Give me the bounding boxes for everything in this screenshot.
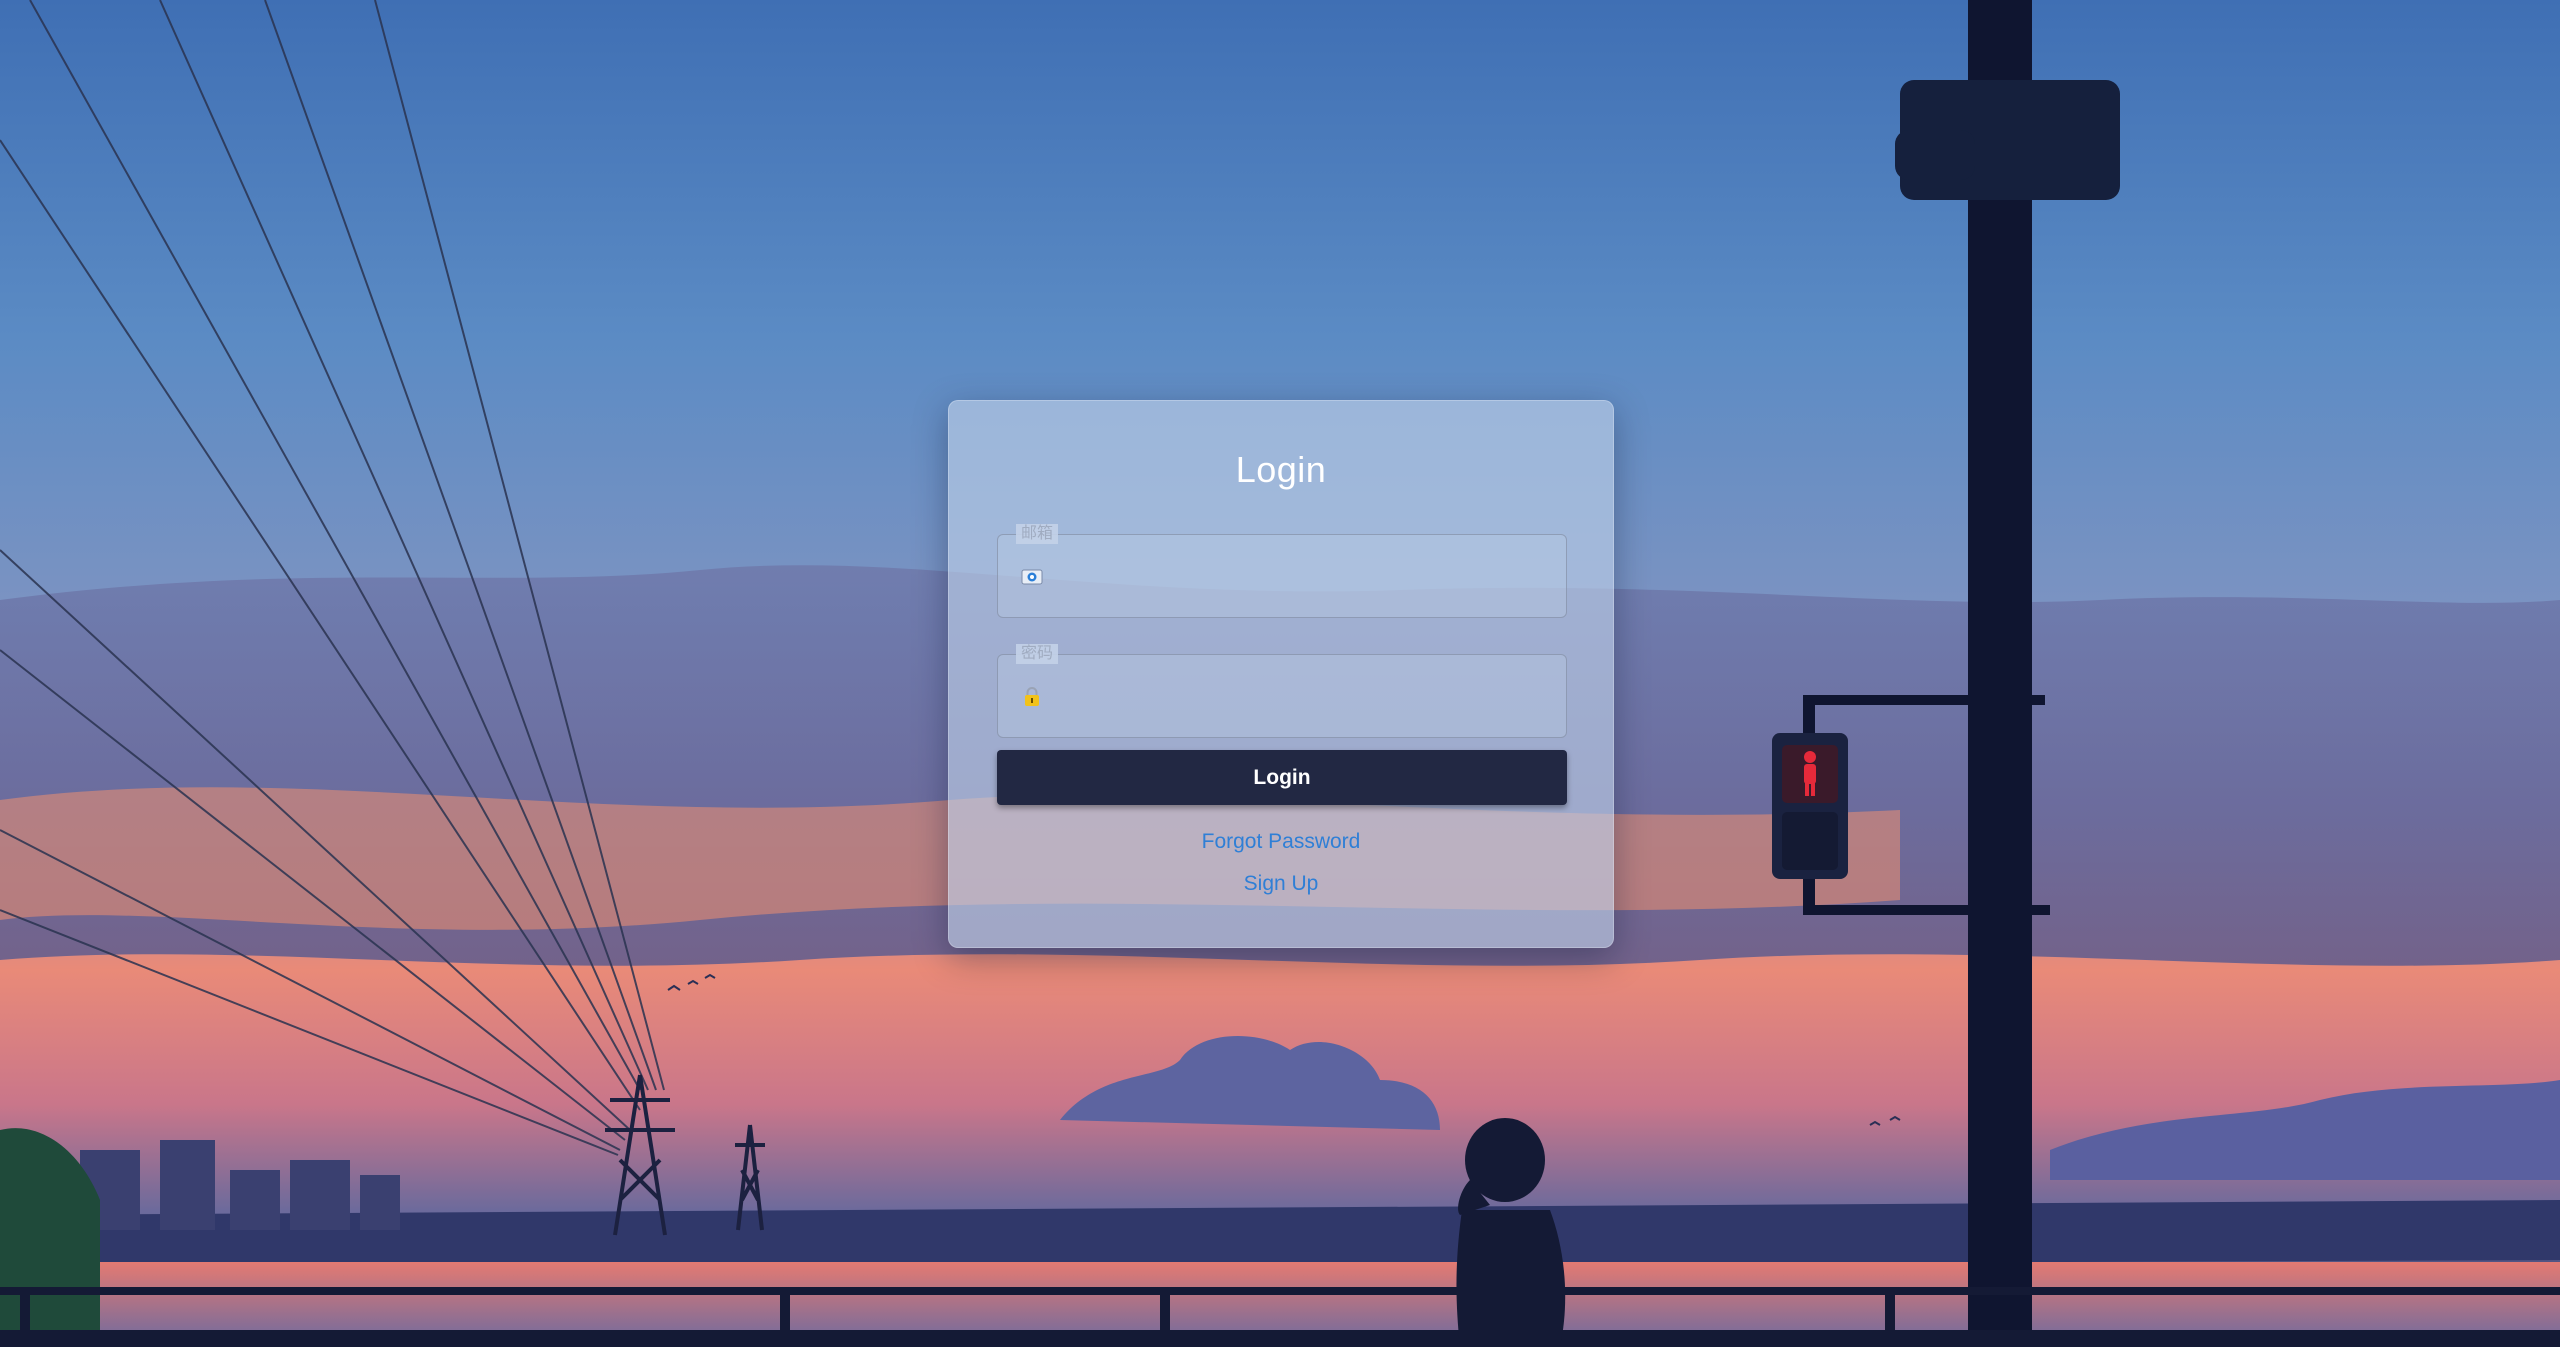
sign-up-link[interactable]: Sign Up — [949, 872, 1613, 896]
forgot-password-link[interactable]: Forgot Password — [949, 830, 1613, 854]
login-title: Login — [1235, 449, 1327, 490]
password-input[interactable] — [1060, 673, 1554, 721]
email-input[interactable] — [1060, 553, 1554, 601]
login-button[interactable]: Login — [997, 750, 1567, 805]
email-field[interactable]: 邮箱 — [997, 524, 1567, 618]
email-icon — [1020, 565, 1044, 589]
password-field-label: 密码 — [1016, 644, 1059, 664]
password-field[interactable]: 密码 — [997, 644, 1567, 738]
email-field-label: 邮箱 — [1016, 524, 1059, 544]
lock-icon — [1020, 685, 1044, 709]
login-card: Login 邮箱 密码 Login Forgot Password Sign U… — [948, 400, 1614, 948]
